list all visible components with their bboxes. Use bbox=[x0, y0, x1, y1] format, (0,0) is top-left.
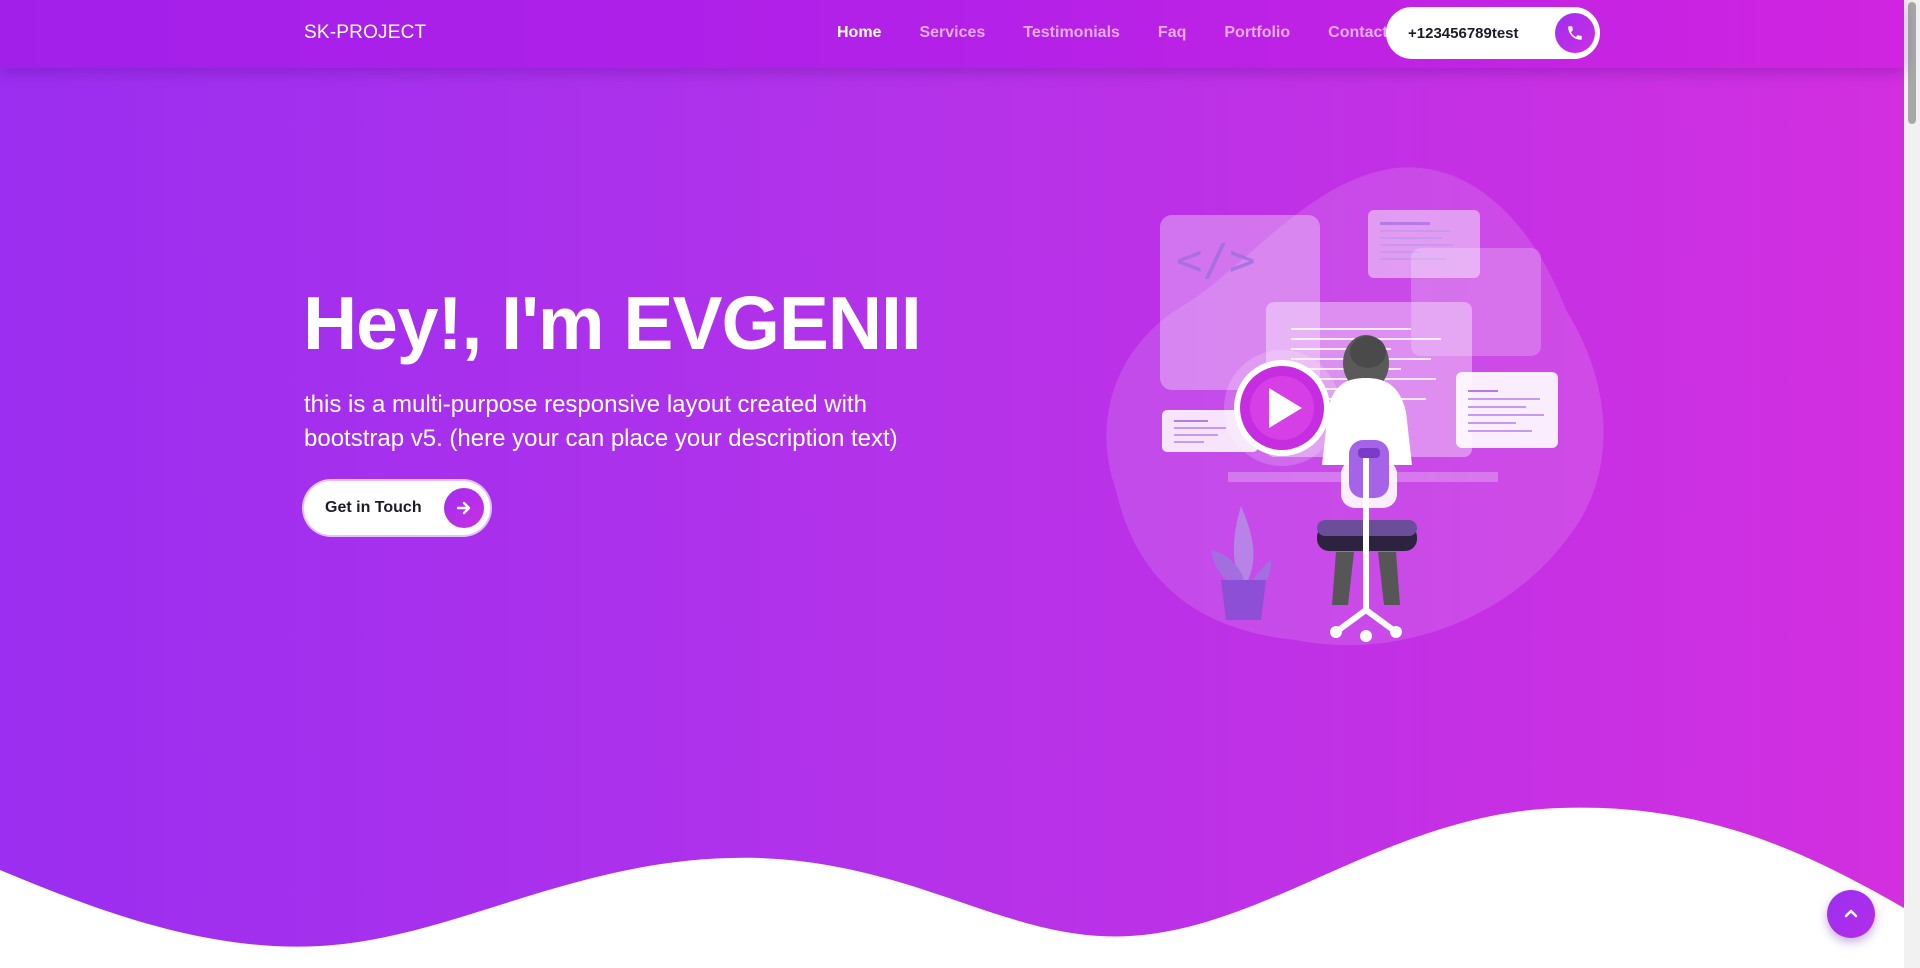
chevron-up-icon bbox=[1844, 909, 1858, 918]
developer-illustration: </> bbox=[1106, 167, 1604, 646]
nav-link-services[interactable]: Services bbox=[919, 24, 985, 42]
hero-description: this is a multi-purpose responsive layou… bbox=[304, 391, 898, 452]
site-brand[interactable]: SK-PROJECT bbox=[304, 22, 426, 44]
hero-wave bbox=[0, 807, 1904, 968]
get-in-touch-label: Get in Touch bbox=[325, 499, 422, 516]
nav-link-contact[interactable]: Contact bbox=[1328, 24, 1388, 42]
phone-contact-button[interactable]: +123456789test bbox=[1386, 7, 1600, 59]
nav-link-portfolio[interactable]: Portfolio bbox=[1224, 24, 1290, 42]
top-navbar: SK-PROJECT Home Services Testimonials Fa… bbox=[0, 0, 1904, 68]
hero-title: Hey!, I'm EVGENII bbox=[303, 281, 922, 365]
nav-menu: Home Services Testimonials Faq Portfolio… bbox=[837, 24, 1426, 42]
nav-link-home[interactable]: Home bbox=[837, 24, 881, 42]
page-scrollbar[interactable] bbox=[1904, 0, 1920, 968]
phone-icon bbox=[1555, 13, 1595, 53]
scroll-to-top-button[interactable] bbox=[1827, 890, 1875, 938]
get-in-touch-button[interactable]: Get in Touch bbox=[304, 481, 490, 535]
nav-link-testimonials[interactable]: Testimonials bbox=[1023, 24, 1120, 42]
nav-link-faq[interactable]: Faq bbox=[1158, 24, 1186, 42]
scrollbar-thumb[interactable] bbox=[1908, 2, 1916, 124]
arrow-right-icon bbox=[444, 488, 484, 528]
hero-section: </> Hey!, I'm EVGENII this is a multi-pu… bbox=[0, 0, 1904, 968]
play-icon bbox=[1224, 350, 1340, 466]
phone-number: +123456789test bbox=[1408, 24, 1519, 42]
code-tag-glyph: </> bbox=[1176, 235, 1255, 286]
